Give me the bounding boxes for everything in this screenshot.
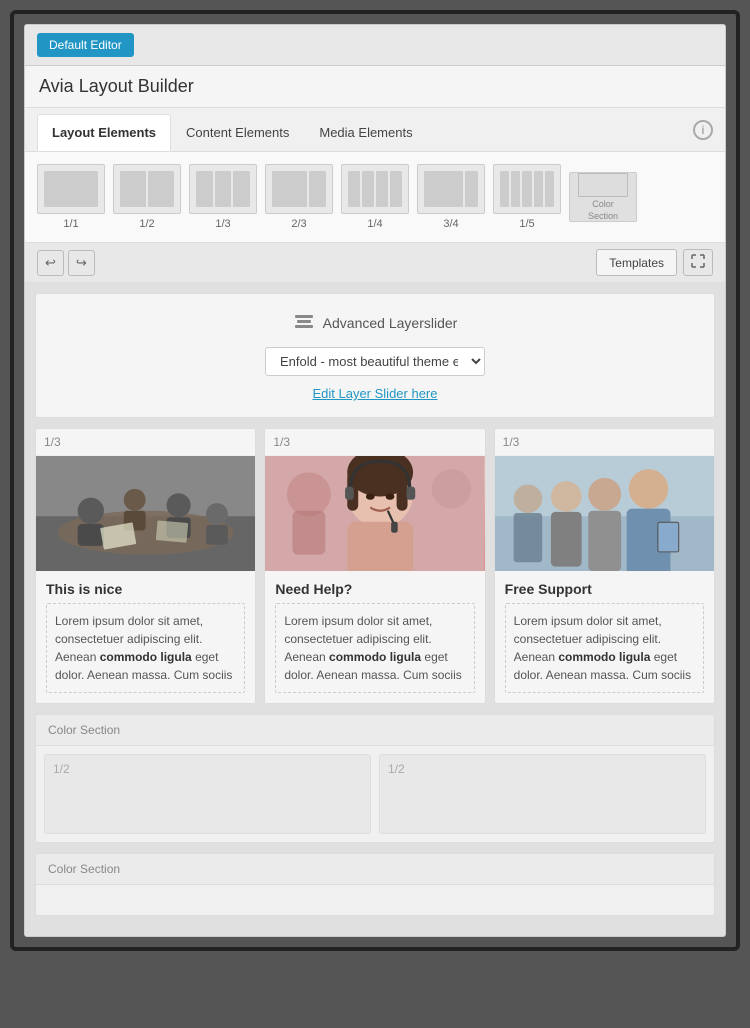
element-1-2-icon: [113, 164, 181, 214]
slider-select[interactable]: Enfold - most beautiful theme ever: [265, 347, 485, 376]
element-1-3-icon: [189, 164, 257, 214]
column-3-text: Lorem ipsum dolor sit amet, consectetuer…: [514, 612, 695, 684]
info-icon[interactable]: i: [693, 120, 713, 140]
column-2-title: Need Help?: [275, 581, 474, 597]
half-col-2: 1/2: [379, 754, 706, 834]
element-1-1-icon: [37, 164, 105, 214]
layer-slider-section: Advanced Layerslider Enfold - most beaut…: [35, 293, 715, 418]
element-3-4[interactable]: 3/4: [417, 164, 485, 230]
element-1-3-label: 1/3: [215, 218, 230, 230]
business-team-image: [495, 456, 714, 571]
slider-header: Advanced Layerslider: [52, 310, 698, 335]
builder-header: Avia Layout Builder: [25, 66, 725, 108]
column-2: 1/3: [264, 428, 485, 704]
column-2-text: Lorem ipsum dolor sit amet, consectetuer…: [284, 612, 465, 684]
color-section-1-content: 1/2 1/2: [36, 746, 714, 842]
headset-woman-image: [265, 456, 484, 571]
column-3-label: 1/3: [495, 429, 714, 456]
column-1-title: This is nice: [46, 581, 245, 597]
undo-button[interactable]: ↩: [37, 250, 64, 276]
fullscreen-button[interactable]: [683, 249, 713, 276]
color-section-2-content: [36, 885, 714, 915]
column-1-label: 1/3: [36, 429, 255, 456]
edit-slider-link[interactable]: Edit Layer Slider here: [312, 386, 437, 401]
half-col-2-label: 1/2: [388, 762, 405, 776]
element-2-3-icon: [265, 164, 333, 214]
color-section-2: Color Section: [35, 853, 715, 916]
element-1-1[interactable]: 1/1: [37, 164, 105, 230]
builder-title: Avia Layout Builder: [39, 76, 711, 97]
element-1-4-label: 1/4: [367, 218, 382, 230]
templates-button[interactable]: Templates: [596, 249, 677, 276]
redo-button[interactable]: ↪: [68, 250, 95, 276]
column-1-content: This is nice Lorem ipsum dolor sit amet,…: [36, 571, 255, 703]
element-1-5-icon: [493, 164, 561, 214]
color-section-icon-label2: Section: [588, 211, 618, 221]
top-bar: Default Editor: [25, 25, 725, 66]
column-3: 1/3: [494, 428, 715, 704]
tabs-bar: Layout Elements Content Elements Media E…: [25, 108, 725, 152]
business-meeting-image: [36, 456, 255, 571]
element-2-3[interactable]: 2/3: [265, 164, 333, 230]
color-section-icon: Color Section: [569, 172, 637, 222]
color-section-1-header: Color Section: [36, 715, 714, 746]
element-1-4-icon: [341, 164, 409, 214]
element-1-5-label: 1/5: [519, 218, 534, 230]
tab-layout-elements[interactable]: Layout Elements: [37, 114, 171, 151]
element-1-2-label: 1/2: [139, 218, 154, 230]
element-2-3-label: 2/3: [291, 218, 306, 230]
column-3-image: [495, 456, 714, 571]
column-3-title: Free Support: [505, 581, 704, 597]
layer-slider-title: Advanced Layerslider: [323, 315, 458, 331]
column-1-image: [36, 456, 255, 571]
toolbar-right: Templates: [596, 249, 713, 276]
column-3-content: Free Support Lorem ipsum dolor sit amet,…: [495, 571, 714, 703]
column-2-label: 1/3: [265, 429, 484, 456]
color-section-1: Color Section 1/2 1/2: [35, 714, 715, 843]
elements-row: 1/1 1/2: [25, 152, 725, 243]
columns-row: 1/3: [35, 428, 715, 704]
main-panel: Default Editor Avia Layout Builder Layou…: [24, 24, 726, 937]
builder-canvas: Advanced Layerslider Enfold - most beaut…: [25, 283, 725, 936]
column-2-content: Need Help? Lorem ipsum dolor sit amet, c…: [265, 571, 484, 703]
column-1-text-block: Lorem ipsum dolor sit amet, consectetuer…: [46, 603, 245, 693]
element-1-1-label: 1/1: [63, 218, 78, 230]
half-col-1: 1/2: [44, 754, 371, 834]
element-3-4-icon: [417, 164, 485, 214]
tab-media-elements[interactable]: Media Elements: [304, 114, 427, 151]
column-2-image: [265, 456, 484, 571]
color-section-2-header: Color Section: [36, 854, 714, 885]
column-1-text: Lorem ipsum dolor sit amet, consectetuer…: [55, 612, 236, 684]
element-1-3[interactable]: 1/3: [189, 164, 257, 230]
toolbar-left: ↩ ↪: [37, 250, 95, 276]
color-section-icon-label: Color: [592, 199, 614, 209]
element-1-4[interactable]: 1/4: [341, 164, 409, 230]
toolbar-row: ↩ ↪ Templates: [25, 243, 725, 283]
tab-content-elements[interactable]: Content Elements: [171, 114, 304, 151]
element-1-2[interactable]: 1/2: [113, 164, 181, 230]
element-color-section[interactable]: Color Section: [569, 172, 637, 222]
column-2-text-block: Lorem ipsum dolor sit amet, consectetuer…: [275, 603, 474, 693]
column-3-text-block: Lorem ipsum dolor sit amet, consectetuer…: [505, 603, 704, 693]
slider-select-wrap: Enfold - most beautiful theme ever: [52, 347, 698, 376]
layers-icon: [293, 310, 315, 335]
column-1: 1/3: [35, 428, 256, 704]
half-col-1-label: 1/2: [53, 762, 70, 776]
outer-frame: Default Editor Avia Layout Builder Layou…: [10, 10, 740, 951]
element-3-4-label: 3/4: [443, 218, 458, 230]
element-1-5[interactable]: 1/5: [493, 164, 561, 230]
default-editor-button[interactable]: Default Editor: [37, 33, 134, 57]
